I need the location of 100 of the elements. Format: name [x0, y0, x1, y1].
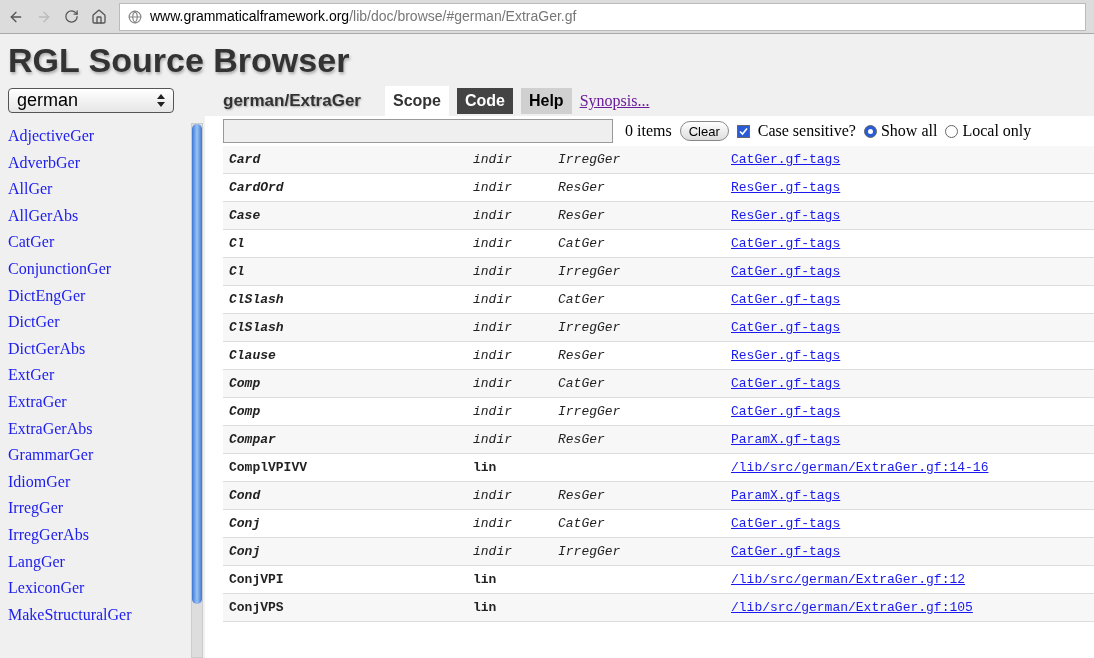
module-link[interactable]: IdiomGer [8, 468, 71, 496]
source-link[interactable]: /lib/src/german/ExtraGer.gf:12 [731, 569, 966, 590]
module-cell: IrregGer [558, 403, 621, 419]
module-cell: IrregGer [558, 263, 621, 279]
tab[interactable]: Help [520, 88, 572, 114]
identifier-cell-text: CardOrd [228, 178, 285, 197]
source-link[interactable]: CatGer.gf-tags [731, 401, 841, 422]
radio-button[interactable] [863, 124, 877, 138]
tab[interactable]: Code [456, 88, 513, 114]
item-count: 0 items [625, 121, 672, 141]
source-link[interactable]: ResGer.gf-tags [731, 177, 841, 198]
module-link[interactable]: IrregGer [8, 495, 64, 522]
radio-button[interactable] [945, 124, 959, 138]
module-link[interactable]: GrammarGer [8, 442, 94, 469]
module-link[interactable]: DictGer [8, 309, 60, 336]
source-link[interactable]: CatGer.gf-tags [731, 149, 841, 170]
module-link[interactable]: ExtraGerAbs [8, 415, 93, 443]
url-path: /lib/doc/browse/#german/ExtraGer.gf [349, 7, 577, 26]
source-link[interactable]: ParamX.gf-tags [731, 429, 841, 450]
scrollbar-thumb[interactable] [192, 124, 202, 604]
tab[interactable]: Scope [384, 86, 449, 116]
source-link[interactable]: CatGer.gf-tags [731, 317, 841, 338]
type-cell-text: indir [473, 430, 513, 449]
identifier-cell-text: Conj [228, 514, 262, 533]
source-link[interactable]: /lib/src/german/ExtraGer.gf:105 [731, 597, 973, 618]
type-cell-text: indir [473, 290, 513, 309]
type-cell-text: indir [473, 318, 513, 337]
url-host: www.grammaticalframework.org [150, 7, 350, 26]
source-link[interactable]: CatGer.gf-tags [731, 541, 841, 562]
module-cell: CatGer [558, 291, 605, 307]
module-cell: ResGer [558, 431, 605, 447]
identifier-cell-text: ConjVPI [228, 570, 285, 589]
case-checkbox[interactable] [736, 124, 750, 138]
case-label: Case sensitive? [757, 121, 856, 141]
identifier-cell-text: ClSlash [228, 290, 285, 309]
identifier-cell-text: Conj [228, 542, 262, 561]
module-link[interactable]: AdverbGer [8, 149, 80, 177]
type-cell-text: indir [473, 486, 513, 505]
module-cell: IrregGer [558, 543, 621, 559]
module-link[interactable]: DictGerAbs [8, 335, 86, 363]
type-cell-text: indir [473, 262, 513, 281]
module-link[interactable]: LangGer [8, 548, 65, 576]
source-link[interactable]: CatGer.gf-tags [731, 373, 841, 394]
source-link[interactable]: ParamX.gf-tags [731, 485, 841, 506]
source-link[interactable]: CatGer.gf-tags [731, 233, 841, 254]
type-cell-text: indir [473, 150, 513, 169]
module-cell: CatGer [558, 515, 605, 531]
source-link[interactable]: ResGer.gf-tags [731, 205, 841, 226]
module-link[interactable]: LexiconGer [8, 575, 85, 602]
updown-icon [157, 94, 165, 107]
module-cell: ResGer [558, 487, 605, 503]
type-cell-text: indir [473, 514, 513, 533]
language-select[interactable]: german [8, 88, 174, 113]
radio-label: Show all [880, 121, 938, 141]
reload-icon[interactable] [64, 9, 79, 24]
module-link[interactable]: DictEngGer [8, 282, 86, 310]
type-cell-text: lin [473, 458, 498, 477]
module-link[interactable]: CatGer [8, 229, 55, 256]
source-link[interactable]: CatGer.gf-tags [731, 513, 841, 534]
address-bar[interactable]: www.grammaticalframework.org/lib/doc/browse/#german/ExtraGer.gf [119, 2, 1086, 31]
module-cell: ResGer [558, 207, 605, 223]
radio-label: Local only [962, 121, 1032, 142]
identifier-cell-text: Cl [228, 262, 246, 281]
page-title: RGL Source Browser [8, 39, 350, 81]
synopsis-link[interactable]: Synopsis... [579, 89, 650, 113]
identifier-cell-text: Cl [228, 234, 246, 253]
type-cell-text: lin [473, 570, 498, 589]
module-link[interactable]: ExtGer [8, 362, 55, 389]
module-link[interactable]: AdjectiveGer [8, 123, 95, 150]
type-cell-text: indir [473, 542, 513, 561]
identifier-cell-text: Comp [228, 374, 262, 393]
module-link[interactable]: AllGerAbs [8, 202, 79, 230]
module-link[interactable]: MakeStructuralGer [8, 601, 132, 629]
module-cell: ResGer [558, 347, 605, 363]
home-icon[interactable] [91, 8, 107, 25]
source-link[interactable]: ResGer.gf-tags [731, 345, 841, 366]
module-cell: CatGer [558, 235, 605, 251]
module-link[interactable]: AllGer [8, 176, 53, 203]
module-link[interactable]: ConjunctionGer [8, 255, 112, 283]
identifier-cell-text: Comp [228, 402, 262, 421]
module-link[interactable]: IrregGerAbs [8, 521, 89, 549]
identifier-cell-text: Cond [228, 486, 262, 505]
identifier-cell-text: ClSlash [228, 318, 285, 337]
identifier-cell-text: Case [228, 206, 262, 225]
module-cell: ResGer [558, 179, 605, 195]
source-link[interactable]: /lib/src/german/ExtraGer.gf:14-16 [731, 457, 989, 478]
globe-icon [128, 9, 142, 24]
source-link[interactable]: CatGer.gf-tags [731, 261, 841, 282]
module-cell: IrregGer [558, 319, 621, 335]
module-cell: CatGer [558, 375, 605, 391]
module-link[interactable]: ExtraGer [8, 388, 67, 416]
search-field[interactable] [223, 119, 613, 143]
type-cell-text: indir [473, 234, 513, 253]
source-link[interactable]: CatGer.gf-tags [731, 289, 841, 310]
clear-button[interactable]: Clear [679, 121, 729, 141]
module-cell: IrregGer [558, 151, 621, 167]
identifier-cell-text: Clause [228, 346, 277, 365]
identifier-cell-text: ConjVPS [228, 598, 285, 617]
type-cell-text: lin [473, 598, 498, 617]
type-cell-text: indir [473, 374, 513, 393]
